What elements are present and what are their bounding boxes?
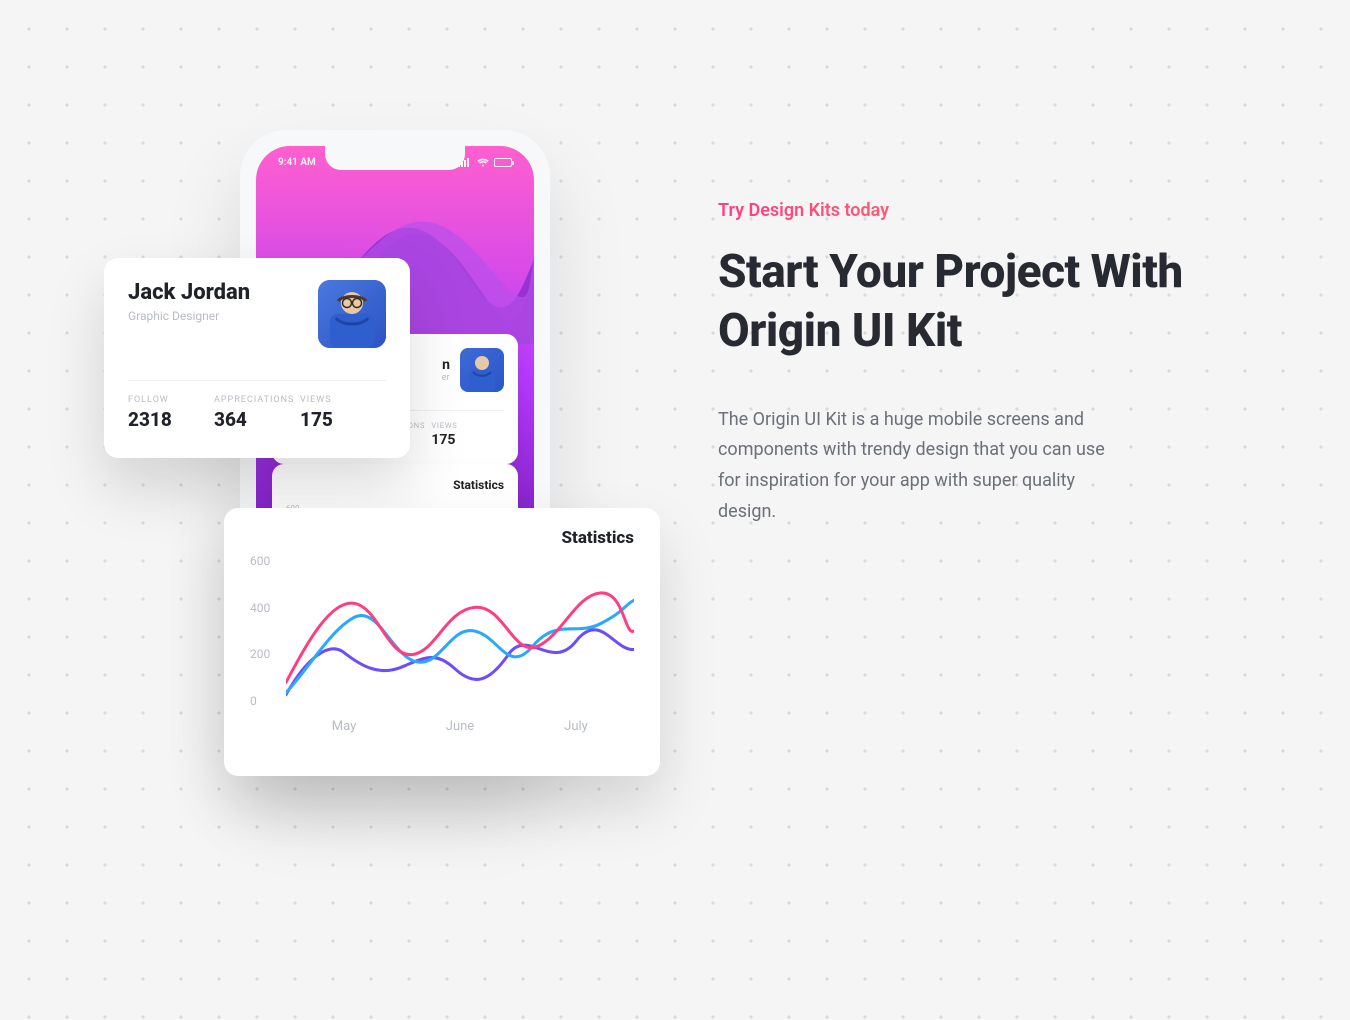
xtick-may: May bbox=[286, 719, 402, 734]
phone-stat-views-label: VIEWS bbox=[431, 421, 504, 430]
profile-card: Jack Jordan Graphic Designer FOLLOW 2318… bbox=[104, 258, 410, 458]
ytick-400: 400 bbox=[250, 601, 270, 615]
phone-profile-role: er bbox=[442, 373, 450, 383]
headline-text: Start Your Project With Origin UI Kit bbox=[718, 243, 1198, 361]
wifi-icon bbox=[477, 158, 489, 167]
stat-views-label: VIEWS bbox=[300, 395, 386, 405]
profile-role: Graphic Designer bbox=[128, 309, 250, 323]
stat-views-value: 175 bbox=[300, 408, 386, 431]
xtick-july: July bbox=[518, 719, 634, 734]
phone-avatar bbox=[460, 348, 504, 392]
statistics-xticks: May June July bbox=[286, 719, 634, 734]
marketing-copy: Try Design Kits today Start Your Project… bbox=[718, 200, 1198, 527]
stat-appreciations-label: APPRECIATIONS bbox=[214, 395, 300, 405]
body-text: The Origin UI Kit is a huge mobile scree… bbox=[718, 405, 1118, 527]
profile-name: Jack Jordan bbox=[128, 280, 250, 305]
phone-notch bbox=[325, 146, 465, 170]
phone-stat-views: VIEWS 175 bbox=[431, 421, 504, 448]
ytick-200: 200 bbox=[250, 647, 270, 661]
status-time: 9:41 AM bbox=[278, 157, 316, 168]
status-icons bbox=[458, 158, 512, 167]
statistics-card: Statistics 600 400 200 0 May June July bbox=[224, 508, 660, 776]
xtick-june: June bbox=[402, 719, 518, 734]
statistics-title: Statistics bbox=[250, 528, 634, 548]
battery-icon bbox=[494, 158, 512, 167]
statistics-yticks: 600 400 200 0 bbox=[250, 554, 270, 708]
stat-views: VIEWS 175 bbox=[300, 395, 386, 431]
eyebrow-text: Try Design Kits today bbox=[718, 200, 1198, 221]
stat-appreciations: APPRECIATIONS 364 bbox=[214, 395, 300, 431]
phone-stat-views-value: 175 bbox=[431, 432, 504, 448]
ytick-600: 600 bbox=[250, 554, 270, 568]
avatar bbox=[318, 280, 386, 348]
stat-follow: FOLLOW 2318 bbox=[128, 395, 214, 431]
statistics-lines bbox=[286, 554, 634, 708]
stat-follow-value: 2318 bbox=[128, 408, 214, 431]
stat-appreciations-value: 364 bbox=[214, 408, 300, 431]
statistics-plot: 600 400 200 0 May June July bbox=[250, 554, 634, 730]
ytick-0: 0 bbox=[250, 694, 270, 708]
phone-profile-name: n bbox=[442, 357, 450, 373]
stat-follow-label: FOLLOW bbox=[128, 395, 214, 405]
phone-stats-title: Statistics bbox=[286, 478, 504, 492]
